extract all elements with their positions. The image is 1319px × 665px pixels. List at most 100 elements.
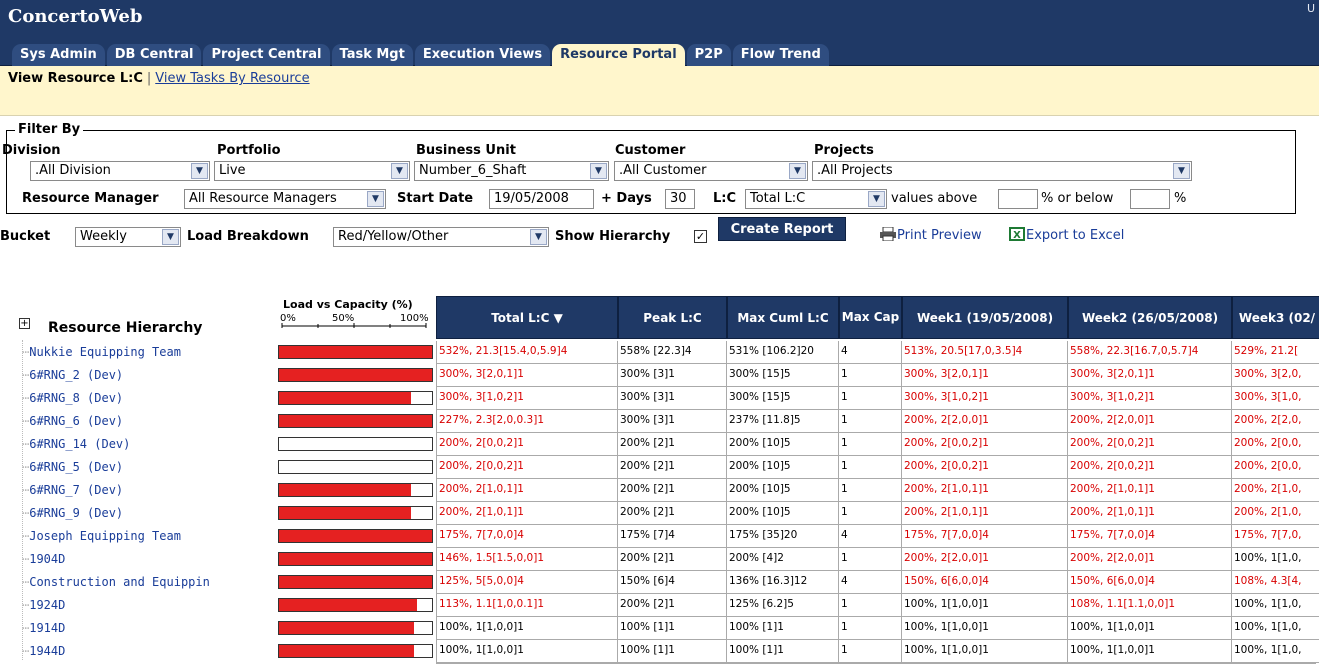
table-cell: 100%, 1[1,0,0]1 — [902, 617, 1068, 640]
table-cell: 146%, 1.5[1.5,0,0]1 — [436, 548, 618, 571]
table-row: ⋯1944D 100%, 1[1,0,0]1 100% [1]1 100% [1]1 1… — [0, 640, 1319, 663]
table-cell: 200% [2]1 — [618, 548, 727, 571]
table-cell: 1 — [839, 410, 902, 433]
table-cell: 100% [1]1 — [618, 617, 727, 640]
resource-name-link[interactable]: ⋯6#RNG_2 (Dev) — [22, 364, 123, 387]
resource-name-link[interactable]: ⋯6#RNG_7 (Dev) — [22, 479, 123, 502]
table-cell: 175%, 7[7,0, — [1232, 525, 1319, 548]
resource-name: Nukkie Equipping Team — [29, 345, 181, 359]
load-bar — [278, 644, 433, 658]
table-cell: 1 — [839, 387, 902, 410]
table-cell: 200%, 2[1,0, — [1232, 479, 1319, 502]
table-cell: 100%, 1[1,0,0]1 — [1068, 640, 1232, 663]
table-cell: 200%, 2[0,0,2]1 — [1068, 433, 1232, 456]
column-header[interactable]: Max Cap — [839, 296, 902, 339]
column-header[interactable]: Max Cuml L:C — [727, 296, 839, 339]
table-cell: 108%, 1.1[1.1,0,0]1 — [1068, 594, 1232, 617]
resource-name: 6#RNG_7 (Dev) — [29, 483, 124, 497]
resource-name: 6#RNG_8 (Dev) — [29, 391, 124, 405]
table-cell: 200% [2]1 — [618, 502, 727, 525]
resource-name: 6#RNG_14 (Dev) — [29, 437, 131, 451]
load-bar — [278, 414, 433, 428]
load-bar — [278, 345, 433, 359]
table-cell: 300% [3]1 — [618, 410, 727, 433]
table-cell: 100%, 1[1,0, — [1232, 640, 1319, 663]
load-bar — [278, 483, 433, 497]
table-cell: 200% [10]5 — [727, 502, 839, 525]
table-cell: 200% [2]1 — [618, 456, 727, 479]
load-bar-fill — [279, 530, 432, 542]
table-cell: 100%, 1[1,0,0]1 — [902, 640, 1068, 663]
load-bar-fill — [279, 622, 414, 634]
table-cell: 108%, 4.3[4, — [1232, 571, 1319, 594]
table-cell: 100%, 1[1,0,0]1 — [1068, 617, 1232, 640]
table-cell: 529%, 21.2[ — [1232, 341, 1319, 364]
resource-name-link[interactable]: ⋯1914D — [22, 617, 65, 640]
table-cell: 200%, 2[0,0,2]1 — [902, 456, 1068, 479]
resource-name-link[interactable]: ⋯Joseph Equipping Team — [22, 525, 181, 548]
column-header[interactable]: Week3 (02/ — [1232, 296, 1319, 339]
table-cell: 300%, 3[1,0,2]1 — [902, 387, 1068, 410]
table-cell: 100%, 1[1,0,0]1 — [436, 617, 618, 640]
table-cell: 300% [3]1 — [618, 364, 727, 387]
resource-name-link[interactable]: ⋯1904D — [22, 548, 65, 571]
table-cell: 300%, 3[1,0,2]1 — [436, 387, 618, 410]
table-cell: 200%, 2[2,0,0]1 — [902, 548, 1068, 571]
load-bar-fill — [279, 599, 417, 611]
table-cell: 200%, 2[2,0, — [1232, 410, 1319, 433]
table-cell: 1 — [839, 502, 902, 525]
table-cell: 513%, 20.5[17,0,3.5]4 — [902, 341, 1068, 364]
load-bar — [278, 437, 433, 451]
column-header[interactable]: Week2 (26/05/2008) — [1068, 296, 1232, 339]
resource-name: 6#RNG_5 (Dev) — [29, 460, 124, 474]
resource-name-link[interactable]: ⋯6#RNG_5 (Dev) — [22, 456, 123, 479]
resource-name-link[interactable]: ⋯Construction and Equippin — [22, 571, 210, 594]
table-cell: 100% [1]1 — [618, 640, 727, 663]
table-cell: 300%, 3[2,0,1]1 — [436, 364, 618, 387]
resource-name-link[interactable]: ⋯1924D — [22, 594, 65, 617]
resource-name: Joseph Equipping Team — [29, 529, 181, 543]
resource-name-link[interactable]: ⋯1944D — [22, 640, 65, 663]
table-cell: 200%, 2[0,0,2]1 — [436, 456, 618, 479]
table-row: ⋯6#RNG_5 (Dev) 200%, 2[0,0,2]1 200% [2]1 20… — [0, 456, 1319, 479]
table-cell: 100%, 1[1,0, — [1232, 617, 1319, 640]
table-cell: 4 — [839, 571, 902, 594]
resource-name-link[interactable]: ⋯6#RNG_9 (Dev) — [22, 502, 123, 525]
table-cell: 200%, 2[1,0,1]1 — [902, 502, 1068, 525]
table-cell: 200%, 2[1,0,1]1 — [1068, 502, 1232, 525]
table-cell: 200%, 2[0,0, — [1232, 456, 1319, 479]
table-cell: 1 — [839, 594, 902, 617]
table-cell: 100%, 1[1,0, — [1232, 594, 1319, 617]
column-header[interactable]: Total L:C ▼ — [436, 296, 618, 339]
table-cell: 300% [15]5 — [727, 387, 839, 410]
table-cell: 200% [10]5 — [727, 479, 839, 502]
load-bar — [278, 460, 433, 474]
resource-name: 1944D — [29, 644, 66, 658]
load-bar-fill — [279, 415, 432, 427]
table-cell: 200% [10]5 — [727, 433, 839, 456]
resource-name-link[interactable]: ⋯6#RNG_8 (Dev) — [22, 387, 123, 410]
table-cell: 125%, 5[5,0,0]4 — [436, 571, 618, 594]
resource-name-link[interactable]: ⋯6#RNG_6 (Dev) — [22, 410, 123, 433]
table-row: ⋯1924D 113%, 1.1[1,0,0.1]1 200% [2]1 125% [… — [0, 594, 1319, 617]
table-cell: 1 — [839, 364, 902, 387]
load-bar-fill — [279, 553, 432, 565]
table-cell: 200%, 2[2,0,0]1 — [902, 410, 1068, 433]
table-cell: 200%, 2[0,0, — [1232, 433, 1319, 456]
resource-name-link[interactable]: ⋯6#RNG_14 (Dev) — [22, 433, 130, 456]
table-cell: 136% [16.3]12 — [727, 571, 839, 594]
table-cell: 1 — [839, 548, 902, 571]
table-cell: 227%, 2.3[2,0,0.3]1 — [436, 410, 618, 433]
table-cell: 113%, 1.1[1,0,0.1]1 — [436, 594, 618, 617]
table-cell: 300%, 3[1,0, — [1232, 387, 1319, 410]
table-cell: 200%, 2[2,0,0]1 — [1068, 410, 1232, 433]
column-header[interactable]: Peak L:C — [618, 296, 727, 339]
table-cell: 200%, 2[1,0,1]1 — [902, 479, 1068, 502]
column-header[interactable]: Week1 (19/05/2008) — [902, 296, 1068, 339]
table-row: ⋯6#RNG_7 (Dev) 200%, 2[1,0,1]1 200% [2]1 20… — [0, 479, 1319, 502]
table-cell: 100%, 1[1,0, — [1232, 548, 1319, 571]
resource-name: 6#RNG_2 (Dev) — [29, 368, 124, 382]
resource-name-link[interactable]: ⋯Nukkie Equipping Team — [22, 341, 181, 364]
table-cell: 150% [6]4 — [618, 571, 727, 594]
table-cell: 175%, 7[7,0,0]4 — [1068, 525, 1232, 548]
